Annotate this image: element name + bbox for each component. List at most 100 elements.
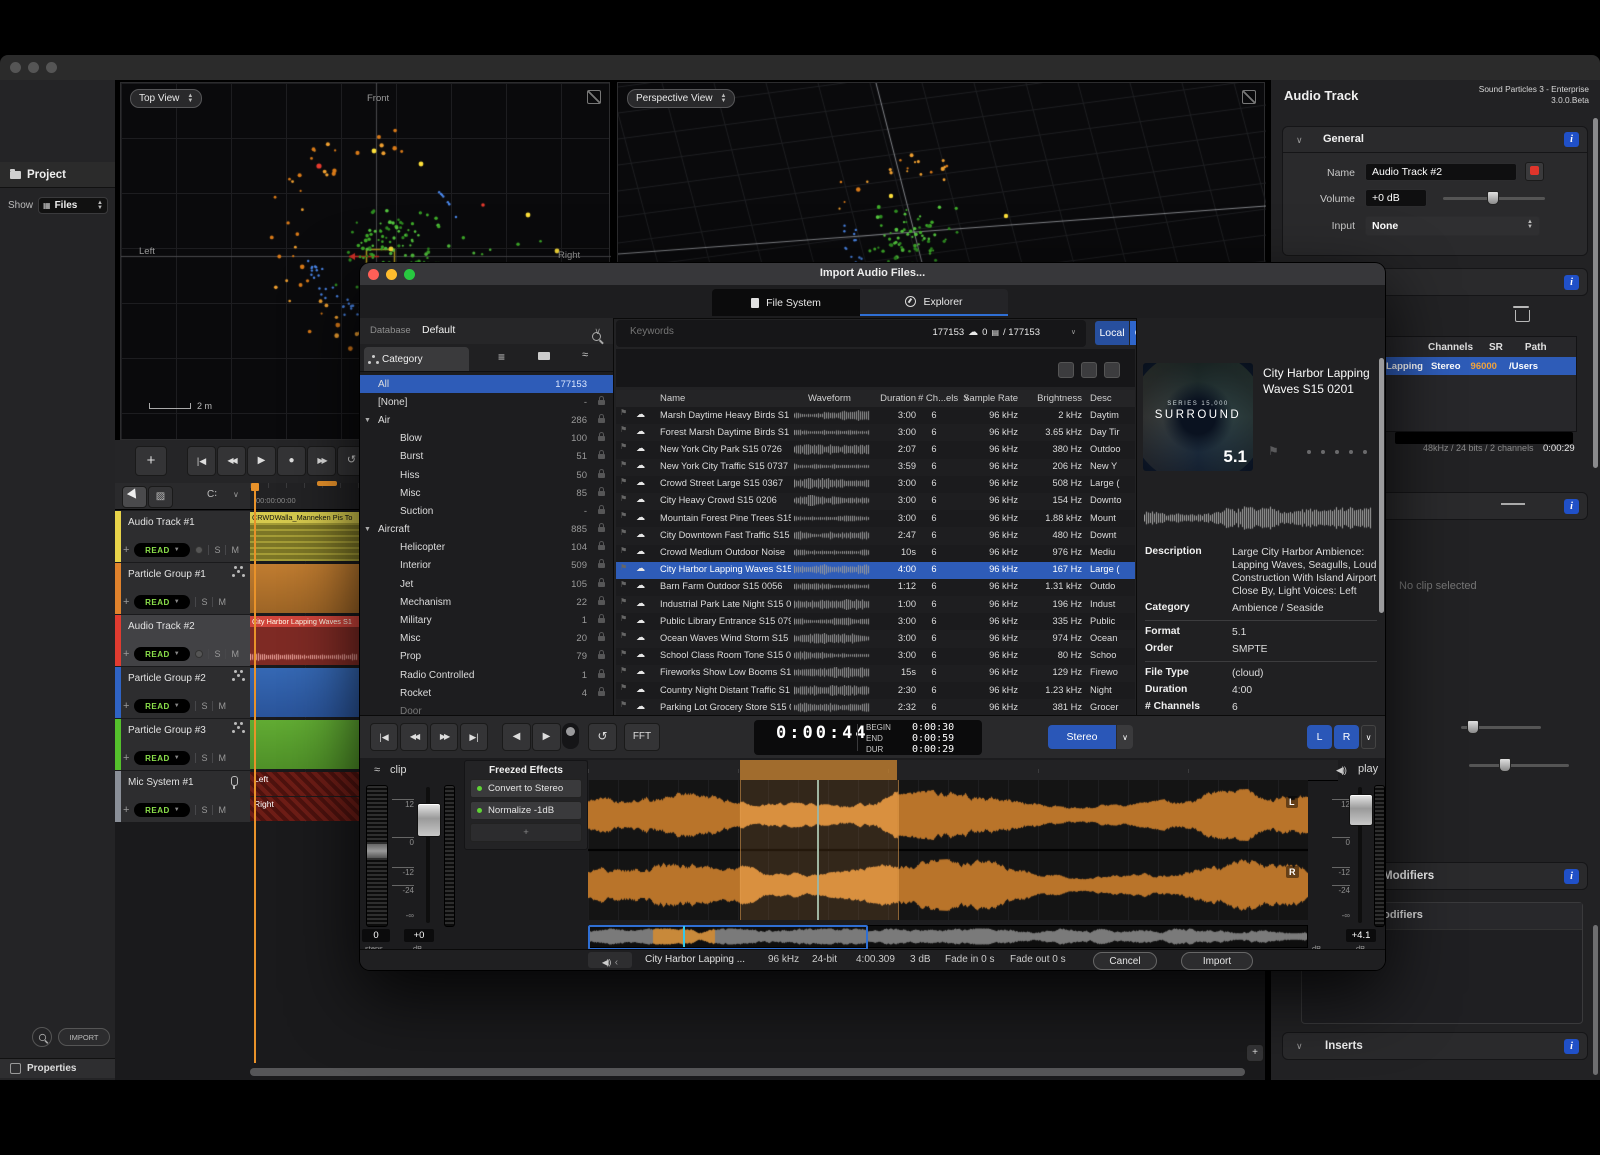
mute-button[interactable]: M <box>212 701 226 711</box>
mute-button[interactable]: M <box>225 649 239 659</box>
jog-wheel[interactable] <box>366 785 388 927</box>
export-button[interactable]: ◀)) ‹ <box>588 952 632 968</box>
track-add-button[interactable]: + <box>123 648 129 660</box>
skip-start-button[interactable]: |◀ <box>187 446 216 476</box>
info-button[interactable]: i <box>1564 499 1579 514</box>
sidebar-import-button[interactable]: IMPORT <box>58 1028 110 1046</box>
play-button[interactable]: ▶ <box>247 446 276 476</box>
mute-button[interactable]: M <box>212 597 226 607</box>
info-button[interactable]: i <box>1564 132 1579 147</box>
record-arm-button[interactable] <box>195 650 203 658</box>
file-row[interactable]: ⚑ ☁ Crowd Medium Outdoor Noise 10s 6 96 … <box>616 545 1135 562</box>
fast-forward-button[interactable]: ▶▶ <box>307 446 336 476</box>
track-row[interactable]: Particle Group #1 + READ▼ S M <box>115 563 360 614</box>
minimap-viewport[interactable] <box>588 925 868 950</box>
category-item[interactable]: ▼ [None] - <box>360 393 613 411</box>
chevron-down-icon[interactable]: ▼ <box>364 526 371 533</box>
category-item[interactable]: ▼ Helicopter 104 <box>360 539 613 557</box>
right-channel-button[interactable]: R <box>1334 725 1359 749</box>
preview-play-button[interactable]: ▶ <box>532 723 561 751</box>
info-button[interactable]: i <box>1564 275 1579 290</box>
file-row[interactable]: ⚑ ☁ City Heavy Crowd S15 0206 3:00 6 96 … <box>616 493 1135 510</box>
col-channels[interactable]: Channels <box>1428 342 1473 353</box>
mic-clips[interactable]: Left Right <box>250 772 360 821</box>
import-button[interactable]: Import <box>1181 952 1253 970</box>
cursor-tool-button[interactable] <box>122 486 147 508</box>
database-selector[interactable]: Database Default ∨ <box>360 318 613 345</box>
fullscreen-icon[interactable] <box>1242 90 1256 104</box>
file-row[interactable]: ⚑ ☁ New York City Traffic S15 0737 3:59 … <box>616 459 1135 476</box>
loop-button[interactable]: ↺ <box>588 723 617 751</box>
mute-button[interactable]: M <box>225 545 239 555</box>
category-item[interactable]: ▼ Misc 85 <box>360 484 613 502</box>
tab-explorer[interactable]: Explorer <box>860 289 1008 316</box>
track-header[interactable]: Particle Group #3 + READ▼ S M <box>115 719 250 770</box>
edit-playhead[interactable] <box>817 780 819 920</box>
gain-fader-thumb[interactable] <box>417 803 441 837</box>
fullscreen-icon[interactable] <box>587 90 601 104</box>
steps-value[interactable]: 0 <box>362 929 390 942</box>
window-minimize-button[interactable] <box>28 62 39 73</box>
channel-mode-dropdown[interactable]: ∨ <box>1117 725 1133 749</box>
play-db-value[interactable]: +4.1 <box>1346 929 1376 942</box>
track-row[interactable]: Audio Track #1 + READ▼ S M CRWDWalla_Man… <box>115 511 360 562</box>
rating-button[interactable] <box>1058 362 1074 378</box>
track-clip-lane[interactable] <box>250 667 360 718</box>
rewind-button[interactable]: ◀◀ <box>400 723 428 751</box>
playhead[interactable] <box>254 483 256 1063</box>
file-row[interactable]: ⚑ ☁ Industrial Park Late Night S15 0 1:0… <box>616 596 1135 613</box>
solo-button[interactable]: S <box>208 545 220 555</box>
snap-mode-button[interactable]: C∶ <box>207 489 217 500</box>
enabled-dot-icon[interactable] <box>477 786 482 791</box>
category-item[interactable]: ▼ Rocket 4 <box>360 684 613 702</box>
chevron-down-icon[interactable]: ∨ <box>1071 328 1076 336</box>
solo-button[interactable]: S <box>195 805 207 815</box>
track-clip-lane[interactable] <box>250 719 360 770</box>
skip-end-button[interactable]: ▶| <box>460 723 488 751</box>
keywords-bar[interactable]: 177153 ☁ 0 ▤ / 177153 ∨ <box>616 320 1086 347</box>
left-channel-button[interactable]: L <box>1307 725 1332 749</box>
category-item[interactable]: ▼ Military 1 <box>360 611 613 629</box>
editor-ruler[interactable] <box>588 760 1338 781</box>
waveform-display[interactable]: L R <box>588 780 1308 920</box>
play-fader-thumb[interactable] <box>1349 794 1373 826</box>
audio-file-row[interactable]: Lapping Stereo 96000 /Users <box>1384 357 1576 375</box>
tab-category[interactable]: Category <box>364 347 469 371</box>
category-item[interactable]: ▼ Radio Controlled 1 <box>360 666 613 684</box>
zoom-add-button[interactable]: + <box>1246 1044 1264 1062</box>
mute-button[interactable]: M <box>212 805 226 815</box>
solo-button[interactable]: S <box>195 597 207 607</box>
send-slider-thumb[interactable] <box>1499 758 1511 772</box>
category-item[interactable]: ▼ All 177153 <box>360 375 613 393</box>
category-item[interactable]: ▼ Interior 509 <box>360 557 613 575</box>
automation-mode-dropdown[interactable]: READ▼ <box>134 543 190 557</box>
rating-button[interactable] <box>1081 362 1097 378</box>
horizontal-scrollbar[interactable] <box>250 1068 1245 1076</box>
track-header[interactable]: Audio Track #2 + READ▼ S M <box>115 615 250 666</box>
mute-button[interactable]: M <box>212 753 226 763</box>
tools-dropdown[interactable]: ∨ <box>233 490 239 499</box>
effect-item[interactable]: Convert to Stereo <box>470 779 582 798</box>
file-row[interactable]: ⚑ ☁ New York City Park S15 0726 2:07 6 9… <box>616 441 1135 458</box>
cancel-button[interactable]: Cancel <box>1093 952 1157 970</box>
loop-marker[interactable] <box>317 481 337 486</box>
automation-mode-dropdown[interactable]: READ▼ <box>134 751 190 765</box>
solo-button[interactable]: S <box>195 753 207 763</box>
automation-mode-dropdown[interactable]: READ▼ <box>134 803 190 817</box>
category-item[interactable]: ▼ Misc 20 <box>360 630 613 648</box>
file-row[interactable]: ⚑ ☁ Parking Lot Grocery Store S15 0 2:32… <box>616 699 1135 715</box>
file-row[interactable]: ⚑ ☁ Fireworks Show Low Booms S1 15s 6 96… <box>616 665 1135 682</box>
trash-icon[interactable] <box>1515 310 1530 322</box>
files-dropdown[interactable]: ▦ Files ▲▼ <box>38 197 108 214</box>
db-value[interactable]: +0 <box>404 929 434 942</box>
step-back-button[interactable]: ◀ <box>502 723 531 751</box>
category-item[interactable]: ▼ Suction - <box>360 502 613 520</box>
track-row[interactable]: Particle Group #3 + READ▼ S M <box>115 719 360 770</box>
list-view-icon[interactable]: ≡ <box>498 350 505 364</box>
col-sample-rate[interactable]: Sample Rate <box>952 393 1018 404</box>
track-clip-lane[interactable]: Left Right <box>250 771 360 822</box>
perspective-view-selector[interactable]: Perspective View▲▼ <box>627 89 735 108</box>
category-item[interactable]: ▼ Air 286 <box>360 411 613 429</box>
category-item[interactable]: ▼ Jet 105 <box>360 575 613 593</box>
collapse-chevron-icon[interactable]: ∨ <box>1296 1041 1303 1052</box>
